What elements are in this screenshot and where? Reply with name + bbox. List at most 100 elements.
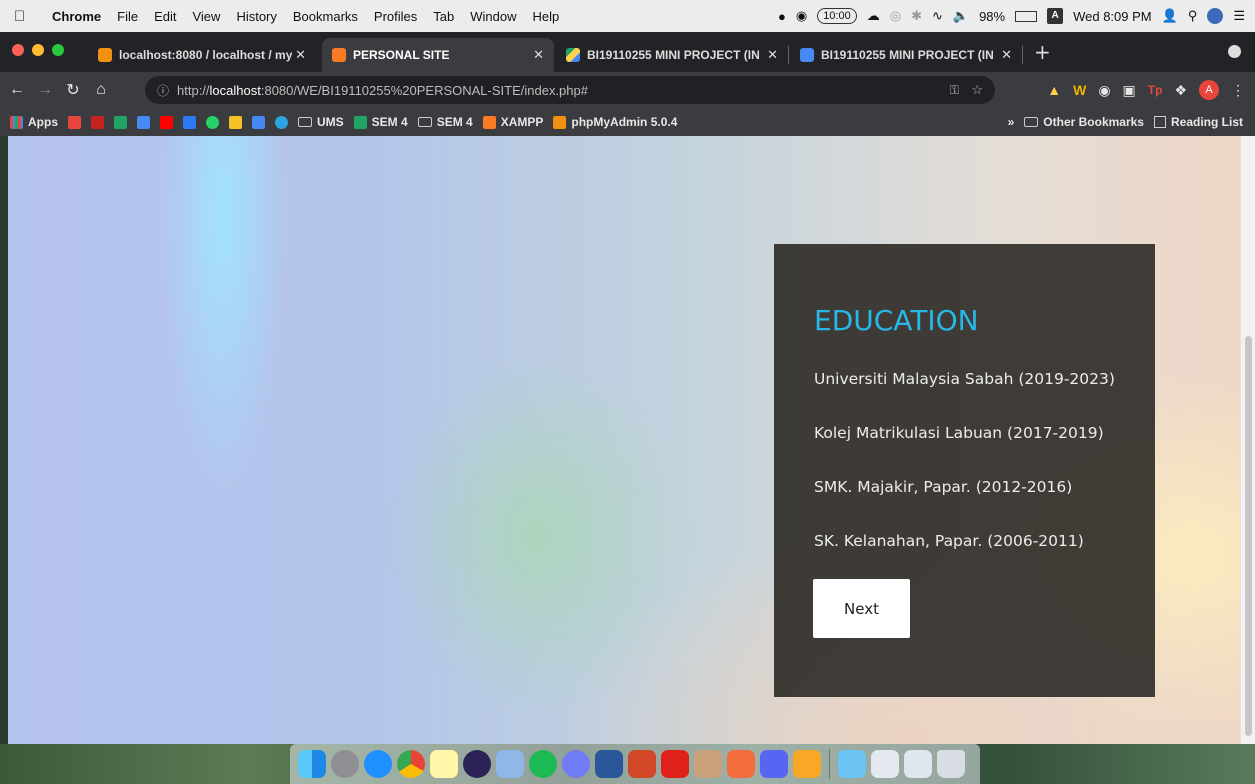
menu-clock[interactable]: Wed 8:09 PM (1073, 9, 1152, 24)
bookmark-reading-list[interactable]: Reading List (1153, 115, 1243, 129)
scrollbar-thumb[interactable] (1245, 336, 1252, 736)
notification-center-icon[interactable]: ☰ (1233, 8, 1245, 24)
volume-icon[interactable]: 🔈 (953, 8, 969, 24)
bluetooth-icon[interactable]: ✱ (911, 8, 922, 24)
info-icon[interactable]: ⓘ (157, 82, 169, 99)
next-button[interactable]: Next (813, 579, 910, 638)
document-stack-icon[interactable] (904, 750, 932, 778)
page-scrollbar[interactable] (1240, 136, 1255, 744)
forward-arrow-icon[interactable]: → (34, 81, 56, 99)
user-icon[interactable]: 👤 (1162, 8, 1178, 24)
address-bar[interactable]: ⓘ http://localhost:8080/WE/BI19110255%20… (145, 76, 995, 104)
tab-drive-project[interactable]: BI19110255 MINI PROJECT (IN ✕ (556, 38, 788, 72)
bookmark-drive[interactable] (114, 115, 127, 129)
education-item: Universiti Malaysia Sabah (2019-2023) (814, 370, 1115, 388)
launchpad-icon[interactable] (331, 750, 359, 778)
tab-search-icon[interactable] (1228, 45, 1241, 58)
messenger-icon[interactable] (793, 750, 821, 778)
tp-extension-icon[interactable]: Tp (1148, 83, 1163, 97)
bookmark-phpmyadmin[interactable]: phpMyAdmin 5.0.4 (553, 115, 677, 129)
cloud-icon[interactable]: ☁ (867, 8, 880, 24)
acrobat-icon[interactable] (661, 750, 689, 778)
bookmark-gmail-2[interactable] (91, 115, 104, 129)
bookmarks-overflow-button[interactable]: » (1008, 115, 1015, 129)
chrome-icon[interactable] (397, 750, 425, 778)
menu-profiles[interactable]: Profiles (374, 9, 417, 24)
back-arrow-icon[interactable]: ← (6, 81, 28, 99)
status-app-icon[interactable]: ● (778, 9, 786, 24)
kebab-menu-icon[interactable]: ⋮ (1231, 82, 1245, 99)
media-extension-icon[interactable]: ▣ (1123, 82, 1136, 99)
window-zoom-button[interactable] (52, 44, 64, 56)
screen-record-icon[interactable]: ◉ (796, 8, 807, 24)
bookmark-star-icon[interactable]: ☆ (971, 82, 983, 98)
document-stack-icon[interactable] (871, 750, 899, 778)
menu-help[interactable]: Help (533, 9, 560, 24)
bookmark-gmail-1[interactable] (68, 115, 81, 129)
new-tab-button[interactable]: + (1034, 40, 1051, 64)
slides-icon[interactable] (727, 750, 755, 778)
key-icon[interactable]: ⚿ (950, 83, 959, 98)
home-icon[interactable]: ⌂ (90, 81, 112, 99)
app-store-icon[interactable] (694, 750, 722, 778)
bookmark-other[interactable]: Other Bookmarks (1024, 115, 1144, 129)
close-icon[interactable]: ✕ (767, 47, 778, 63)
menu-app-chrome[interactable]: Chrome (52, 9, 101, 24)
close-icon[interactable]: ✕ (1001, 47, 1012, 63)
bookmark-whatsapp[interactable] (206, 115, 219, 129)
downloads-folder-icon[interactable] (838, 750, 866, 778)
tab-personal-site[interactable]: PERSONAL SITE ✕ (322, 38, 554, 72)
close-icon[interactable]: ✕ (533, 47, 544, 63)
camera-extension-icon[interactable]: ◉ (1098, 82, 1110, 99)
menu-tab[interactable]: Tab (433, 9, 454, 24)
menu-view[interactable]: View (192, 9, 220, 24)
bookmark-sem4-folder[interactable]: SEM 4 (417, 115, 473, 129)
tab-phpmyadmin[interactable]: localhost:8080 / localhost / my ✕ (88, 38, 316, 72)
clock-pill[interactable]: 10:00 (817, 8, 857, 24)
finder-icon[interactable] (298, 750, 326, 778)
menu-bookmarks[interactable]: Bookmarks (293, 9, 358, 24)
bookmark-docs[interactable] (137, 115, 150, 129)
spiral-icon[interactable]: ◎ (890, 8, 901, 24)
spotify-icon[interactable] (529, 750, 557, 778)
bookmark-apps[interactable]: Apps (10, 115, 58, 129)
music-icon[interactable] (562, 750, 590, 778)
drive-extension-icon[interactable]: ▲ (1047, 82, 1061, 98)
profile-avatar[interactable]: A (1199, 80, 1219, 100)
menu-file[interactable]: File (117, 9, 138, 24)
page-viewport: EDUCATION Universiti Malaysia Sabah (201… (8, 136, 1240, 744)
puzzle-extension-icon[interactable]: ❖ (1174, 82, 1187, 99)
spotlight-search-icon[interactable]: ⚲ (1188, 8, 1198, 24)
tab-docs-project[interactable]: BI19110255 MINI PROJECT (IN ✕ (790, 38, 1022, 72)
bookmark-ums[interactable]: UMS (298, 115, 344, 129)
siri-icon[interactable] (1207, 8, 1224, 24)
notes-icon[interactable] (430, 750, 458, 778)
close-icon[interactable]: ✕ (295, 47, 306, 63)
w-extension-icon[interactable]: W (1073, 82, 1086, 98)
bookmark-translate[interactable] (252, 115, 265, 129)
menu-edit[interactable]: Edit (154, 9, 176, 24)
bookmark-youtube[interactable] (160, 115, 173, 129)
apple-logo-icon[interactable]:  (14, 8, 36, 25)
bookmark-telegram[interactable] (275, 115, 288, 129)
safari-icon[interactable] (364, 750, 392, 778)
eclipse-icon[interactable] (463, 750, 491, 778)
word-icon[interactable] (595, 750, 623, 778)
window-close-button[interactable] (12, 44, 24, 56)
wifi-icon[interactable]: ∿ (932, 8, 943, 24)
menu-window[interactable]: Window (470, 9, 516, 24)
menu-history[interactable]: History (236, 9, 276, 24)
preview-icon[interactable] (496, 750, 524, 778)
discord-icon[interactable] (760, 750, 788, 778)
bookmark-tasks[interactable] (183, 115, 196, 129)
bookmark-xampp[interactable]: XAMPP (482, 115, 543, 129)
window-minimize-button[interactable] (32, 44, 44, 56)
input-source-badge[interactable]: A (1047, 8, 1064, 24)
reload-icon[interactable]: ↻ (62, 80, 84, 100)
battery-percent[interactable]: 98% (979, 9, 1005, 24)
battery-icon[interactable] (1015, 10, 1038, 22)
bookmark-sem4-drive[interactable]: SEM 4 (353, 115, 408, 129)
trash-icon[interactable] (937, 750, 965, 778)
bookmark-classroom[interactable] (229, 115, 242, 129)
powerpoint-icon[interactable] (628, 750, 656, 778)
